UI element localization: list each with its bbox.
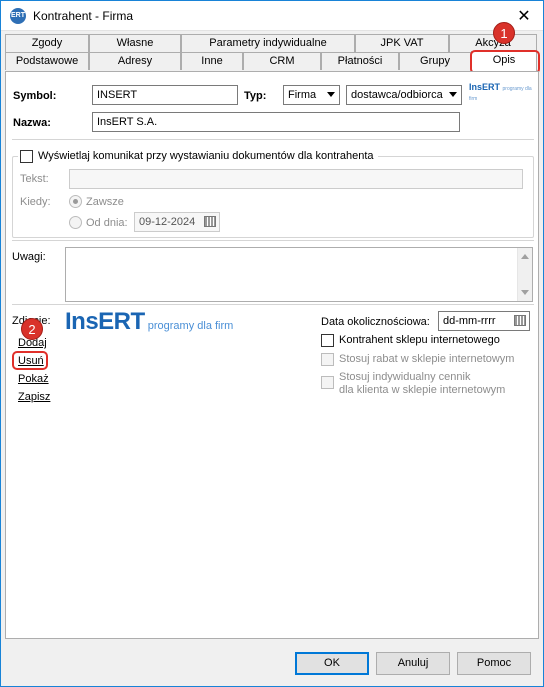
message-groupbox-header: Wyświetlaj komunikat przy wystawianiu do… bbox=[18, 148, 378, 164]
tab-panel-opis: Symbol: INSERT Typ: Firma dostawca/odbio… bbox=[5, 71, 539, 639]
cennik-checkbox-label-2: dla klienta w sklepie internetowym bbox=[339, 384, 506, 396]
tekst-label: Tekst: bbox=[20, 173, 49, 185]
cancel-button[interactable]: Anuluj bbox=[376, 652, 450, 675]
scroll-down-icon[interactable] bbox=[521, 290, 529, 295]
data-okolicznosciowa-label: Data okolicznościowa: bbox=[321, 316, 430, 328]
rabat-checkbox-label: Stosuj rabat w sklepie internetowym bbox=[339, 353, 515, 365]
message-checkbox[interactable] bbox=[20, 150, 33, 163]
pokaz-link[interactable]: Pokaż bbox=[18, 373, 49, 385]
small-logo-text: InsERT bbox=[469, 82, 501, 92]
role-select[interactable]: dostawca/odbiorca bbox=[346, 85, 462, 105]
symbol-label: Symbol: bbox=[13, 90, 57, 102]
annotation-badge-2: 2 bbox=[21, 318, 43, 340]
cennik-checkbox[interactable] bbox=[321, 376, 334, 389]
small-logo: InsERT programy dla firm bbox=[469, 82, 538, 102]
calendar-icon[interactable] bbox=[514, 315, 526, 326]
tab-podstawowe[interactable]: Podstawowe bbox=[5, 52, 89, 70]
title-bar: ERT Kontrahent - Firma ✕ bbox=[1, 1, 543, 31]
separator bbox=[12, 304, 534, 305]
app-icon: ERT bbox=[10, 8, 26, 24]
uwagi-textarea[interactable] bbox=[65, 247, 533, 302]
scroll-up-icon[interactable] bbox=[521, 254, 529, 259]
tab-adresy[interactable]: Adresy bbox=[89, 52, 181, 70]
sklep-checkbox[interactable] bbox=[321, 334, 334, 347]
tab-inne[interactable]: Inne bbox=[181, 52, 243, 70]
rabat-checkbox[interactable] bbox=[321, 353, 334, 366]
data-okolicznosciowa-placeholder: dd-mm-rrrr bbox=[443, 315, 496, 327]
uwagi-label: Uwagi: bbox=[12, 251, 46, 263]
message-checkbox-label: Wyświetlaj komunikat przy wystawianiu do… bbox=[38, 150, 374, 162]
zapisz-link[interactable]: Zapisz bbox=[18, 391, 50, 403]
nazwa-label: Nazwa: bbox=[13, 117, 51, 129]
tab-wlasne[interactable]: Własne bbox=[89, 34, 181, 52]
separator bbox=[12, 139, 534, 140]
data-okolicznosciowa-input[interactable]: dd-mm-rrrr bbox=[438, 311, 530, 331]
tekst-input[interactable] bbox=[69, 169, 523, 189]
company-logo-image: InsERT programy dla firm bbox=[65, 308, 245, 336]
tab-grupy[interactable]: Grupy bbox=[399, 52, 471, 70]
od-dnia-date-input[interactable]: 09-12-2024 bbox=[134, 212, 220, 232]
od-dnia-date-value: 09-12-2024 bbox=[139, 216, 196, 228]
od-dnia-radio[interactable] bbox=[69, 216, 82, 229]
typ-select-value: Firma bbox=[288, 89, 317, 101]
zawsze-radio[interactable] bbox=[69, 195, 82, 208]
kiedy-label: Kiedy: bbox=[20, 196, 51, 208]
typ-label: Typ: bbox=[244, 90, 267, 102]
symbol-input[interactable]: INSERT bbox=[92, 85, 238, 105]
typ-select[interactable]: Firma bbox=[283, 85, 340, 105]
sklep-checkbox-label: Kontrahent sklepu internetowego bbox=[339, 334, 500, 346]
tab-zgody[interactable]: Zgody bbox=[5, 34, 89, 52]
tab-jpk-vat[interactable]: JPK VAT bbox=[355, 34, 449, 52]
calendar-icon[interactable] bbox=[204, 216, 216, 227]
chevron-down-icon bbox=[449, 92, 457, 97]
chevron-down-icon bbox=[327, 92, 335, 97]
role-select-value: dostawca/odbiorca bbox=[351, 89, 443, 101]
annotation-badge-1: 1 bbox=[493, 22, 515, 44]
zawsze-label: Zawsze bbox=[86, 196, 124, 208]
cennik-checkbox-label-1: Stosuj indywidualny cennik bbox=[339, 371, 471, 383]
separator bbox=[12, 240, 534, 241]
logo-text: InsERT bbox=[65, 308, 145, 335]
highlight-usun-link bbox=[12, 351, 48, 370]
dialog-window: ERT Kontrahent - Firma ✕ Zgody Własne Pa… bbox=[0, 0, 544, 687]
close-icon[interactable]: ✕ bbox=[515, 7, 533, 25]
help-button[interactable]: Pomoc bbox=[457, 652, 531, 675]
od-dnia-label: Od dnia: bbox=[86, 217, 128, 229]
nazwa-input[interactable]: InsERT S.A. bbox=[92, 112, 460, 132]
window-title: Kontrahent - Firma bbox=[33, 9, 134, 23]
tab-parametry-indywidualne[interactable]: Parametry indywidualne bbox=[181, 34, 355, 52]
ok-button[interactable]: OK bbox=[295, 652, 369, 675]
tab-platnosci[interactable]: Płatności bbox=[321, 52, 399, 70]
logo-tagline: programy dla firm bbox=[147, 320, 234, 332]
tab-crm[interactable]: CRM bbox=[243, 52, 321, 70]
uwagi-scrollbar[interactable] bbox=[517, 248, 532, 301]
